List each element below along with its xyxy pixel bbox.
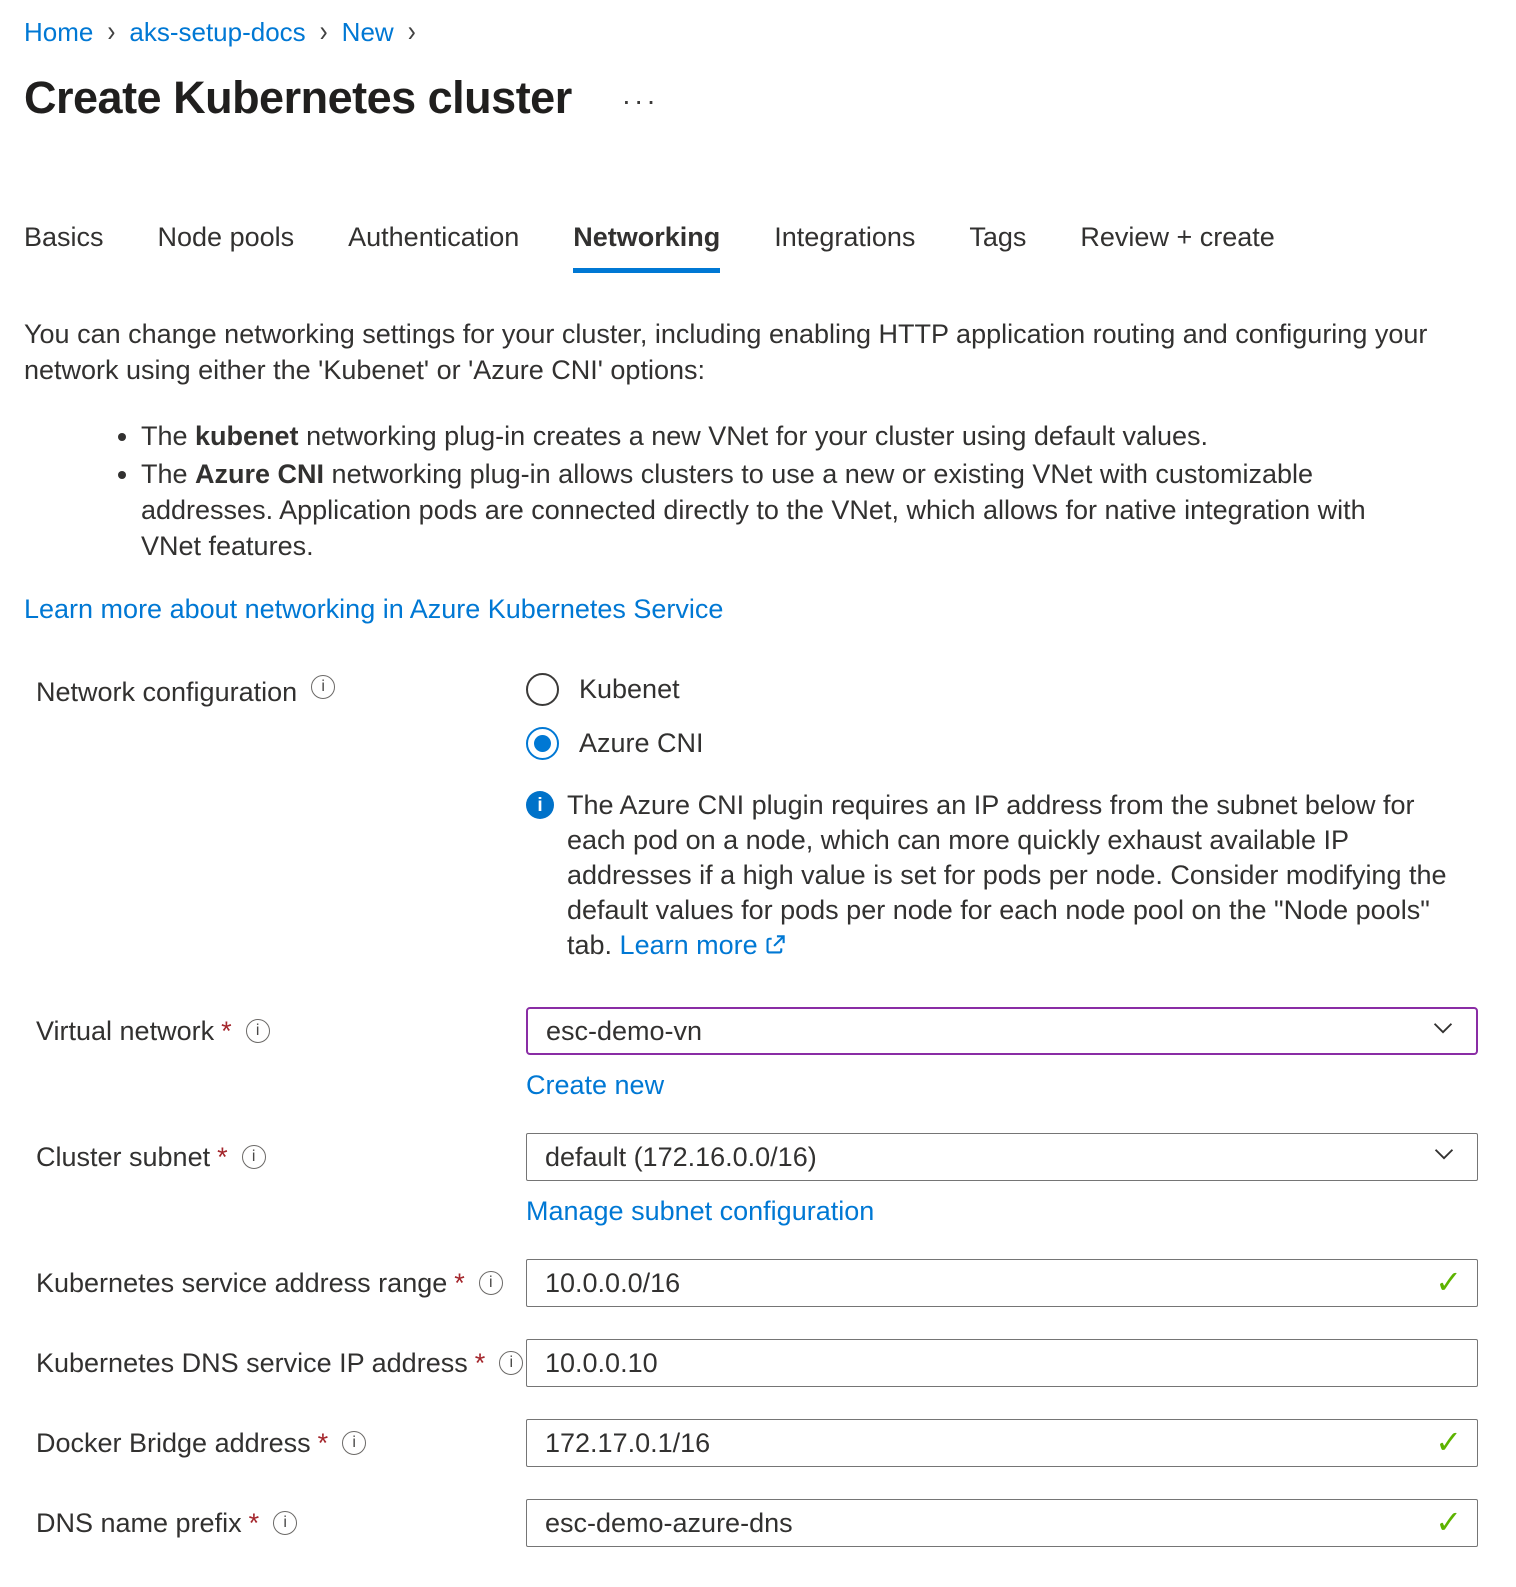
virtual-network-control: esc-demo-vn Create new <box>526 1007 1478 1101</box>
dns-service-ip-input[interactable] <box>526 1339 1478 1387</box>
service-address-range-control: ✓ <box>526 1259 1478 1307</box>
info-filled-icon: i <box>526 791 554 819</box>
dns-service-ip-label-group: Kubernetes DNS service IP address * i <box>24 1339 526 1387</box>
azure-cni-bullet: The Azure CNI networking plug-in allows … <box>141 456 1431 564</box>
learn-more-networking-link[interactable]: Learn more about networking in Azure Kub… <box>24 594 723 625</box>
radio-selected-icon <box>526 727 559 760</box>
cluster-subnet-control: default (172.16.0.0/16) Manage subnet co… <box>526 1133 1478 1227</box>
radio-kubenet-label: Kubenet <box>579 674 680 705</box>
plugin-bullet-list: The kubenet networking plug-in creates a… <box>24 418 1478 564</box>
tab-review-create[interactable]: Review + create <box>1080 222 1274 273</box>
info-icon[interactable]: i <box>246 1019 270 1043</box>
networking-form: Network configuration i Kubenet Azure CN… <box>24 673 1478 1547</box>
virtual-network-label: Virtual network <box>36 1014 214 1048</box>
chevron-down-icon <box>1429 1139 1459 1176</box>
create-new-vnet-link[interactable]: Create new <box>526 1070 664 1101</box>
tab-networking[interactable]: Networking <box>573 222 720 273</box>
info-icon[interactable]: i <box>342 1431 366 1455</box>
kubenet-bullet: The kubenet networking plug-in creates a… <box>141 418 1431 454</box>
breadcrumb-separator-icon: › <box>406 12 418 52</box>
bullet-text: networking plug-in allows clusters to us… <box>141 459 1366 561</box>
bullet-bold-text: kubenet <box>195 421 299 451</box>
breadcrumb: Home › aks-setup-docs › New › <box>24 16 1478 48</box>
required-marker: * <box>454 1266 465 1300</box>
virtual-network-label-group: Virtual network * i <box>24 1007 526 1055</box>
required-marker: * <box>318 1426 329 1460</box>
cluster-subnet-value: default (172.16.0.0/16) <box>545 1142 817 1173</box>
cluster-subnet-dropdown[interactable]: default (172.16.0.0/16) <box>526 1133 1478 1181</box>
virtual-network-dropdown[interactable]: esc-demo-vn <box>526 1007 1478 1055</box>
tab-tags[interactable]: Tags <box>969 222 1026 273</box>
tab-integrations[interactable]: Integrations <box>774 222 915 273</box>
service-address-range-row: Kubernetes service address range * i ✓ <box>24 1259 1478 1307</box>
radio-azure-cni-label: Azure CNI <box>579 728 704 759</box>
radio-kubenet[interactable]: Kubenet <box>526 673 1478 706</box>
info-icon[interactable]: i <box>242 1145 266 1169</box>
manage-subnet-configuration-link[interactable]: Manage subnet configuration <box>526 1196 874 1227</box>
bullet-bold-text: Azure CNI <box>195 459 324 489</box>
service-address-range-input[interactable] <box>526 1259 1478 1307</box>
bullet-text: The <box>141 421 195 451</box>
cluster-subnet-row: Cluster subnet * i default (172.16.0.0/1… <box>24 1133 1478 1227</box>
docker-bridge-label: Docker Bridge address <box>36 1426 311 1460</box>
networking-intro-text: You can change networking settings for y… <box>24 316 1454 388</box>
breadcrumb-home[interactable]: Home <box>24 16 93 48</box>
bullet-text: The <box>141 459 195 489</box>
info-icon[interactable]: i <box>311 675 335 699</box>
breadcrumb-separator-icon: › <box>105 12 117 52</box>
network-configuration-label: Network configuration <box>36 675 297 709</box>
info-icon[interactable]: i <box>499 1351 523 1375</box>
page-title: Create Kubernetes cluster <box>24 72 572 124</box>
dns-name-prefix-input[interactable] <box>526 1499 1478 1547</box>
dns-name-prefix-label-group: DNS name prefix * i <box>24 1499 526 1547</box>
info-note-body: The Azure CNI plugin requires an IP addr… <box>567 788 1471 965</box>
wizard-tabs: Basics Node pools Authentication Network… <box>24 222 1478 274</box>
tab-basics[interactable]: Basics <box>24 222 104 273</box>
virtual-network-row: Virtual network * i esc-demo-vn Create n… <box>24 1007 1478 1101</box>
dns-name-prefix-control: ✓ <box>526 1499 1478 1547</box>
breadcrumb-aks-setup-docs[interactable]: aks-setup-docs <box>129 16 305 48</box>
bullet-text: networking plug-in creates a new VNet fo… <box>299 421 1208 451</box>
dns-service-ip-row: Kubernetes DNS service IP address * i <box>24 1339 1478 1387</box>
breadcrumb-new[interactable]: New <box>342 16 394 48</box>
external-link-icon <box>764 930 787 965</box>
dns-name-prefix-label: DNS name prefix <box>36 1506 242 1540</box>
cluster-subnet-label-group: Cluster subnet * i <box>24 1133 526 1181</box>
info-icon[interactable]: i <box>479 1271 503 1295</box>
network-configuration-label-group: Network configuration i <box>24 673 526 709</box>
more-options-icon[interactable]: ··· <box>622 79 659 117</box>
required-marker: * <box>221 1014 232 1048</box>
network-configuration-options: Kubenet Azure CNI i The Azure CNI plugin… <box>526 673 1478 965</box>
required-marker: * <box>249 1506 260 1540</box>
cluster-subnet-label: Cluster subnet <box>36 1140 210 1174</box>
breadcrumb-separator-icon: › <box>318 12 330 52</box>
docker-bridge-input[interactable] <box>526 1419 1478 1467</box>
docker-bridge-row: Docker Bridge address * i ✓ <box>24 1419 1478 1467</box>
docker-bridge-control: ✓ <box>526 1419 1478 1467</box>
required-marker: * <box>217 1140 228 1174</box>
service-address-range-label: Kubernetes service address range <box>36 1266 447 1300</box>
chevron-down-icon <box>1428 1013 1458 1050</box>
docker-bridge-label-group: Docker Bridge address * i <box>24 1419 526 1467</box>
radio-azure-cni[interactable]: Azure CNI <box>526 727 1478 760</box>
dns-service-ip-label: Kubernetes DNS service IP address <box>36 1346 468 1380</box>
service-address-range-label-group: Kubernetes service address range * i <box>24 1259 526 1307</box>
create-kubernetes-cluster-page: Home › aks-setup-docs › New › Create Kub… <box>0 0 1516 1587</box>
title-row: Create Kubernetes cluster ··· <box>24 72 1478 124</box>
info-icon[interactable]: i <box>273 1511 297 1535</box>
dns-service-ip-control <box>526 1339 1478 1387</box>
network-configuration-row: Network configuration i Kubenet Azure CN… <box>24 673 1478 965</box>
dns-name-prefix-row: DNS name prefix * i ✓ <box>24 1499 1478 1547</box>
tab-node-pools[interactable]: Node pools <box>158 222 295 273</box>
info-note-learn-more-link[interactable]: Learn more <box>620 930 758 960</box>
tab-authentication[interactable]: Authentication <box>348 222 519 273</box>
radio-unselected-icon <box>526 673 559 706</box>
required-marker: * <box>475 1346 486 1380</box>
radio-dot <box>534 735 551 752</box>
virtual-network-value: esc-demo-vn <box>546 1016 702 1047</box>
azure-cni-info-note: i The Azure CNI plugin requires an IP ad… <box>526 788 1471 965</box>
